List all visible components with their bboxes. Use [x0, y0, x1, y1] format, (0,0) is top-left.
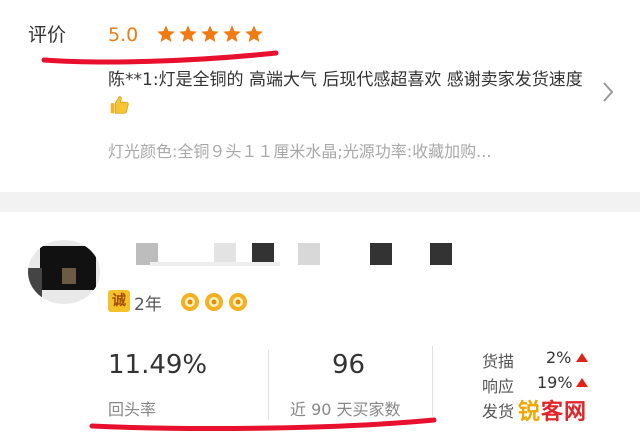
watermark-brand-rest: 客网 — [541, 400, 588, 425]
watermark-brand-first: 锐 — [518, 400, 542, 425]
review-section-title: 评价 — [28, 24, 67, 46]
metric-description-label: 货描 — [482, 352, 515, 371]
review-score: 5.0 — [108, 24, 139, 46]
crown-medal-icon — [229, 293, 247, 311]
integrity-badge: 诚 — [108, 290, 130, 312]
stats-divider — [432, 346, 433, 416]
star-icon — [201, 25, 219, 42]
avatar[interactable] — [28, 240, 100, 304]
chevron-right-icon[interactable] — [600, 80, 616, 104]
trend-up-icon — [576, 378, 588, 387]
star-icon — [157, 25, 175, 42]
highlight-underline — [89, 417, 437, 431]
metric-response-label: 响应 — [482, 377, 515, 396]
metric-response-value: 19% — [537, 373, 573, 392]
shop-years: 2年 — [134, 295, 162, 315]
star-icon — [245, 25, 263, 42]
buyers-90d-value: 96 — [332, 350, 366, 380]
metric-shipping-label: 发货 — [482, 402, 515, 421]
star-icon — [223, 25, 241, 42]
crown-medal-icon — [181, 293, 199, 311]
review-spec: 灯光颜色:全铜９头１１厘米水晶;光源功率:收藏加购... — [108, 142, 492, 161]
name-underline — [150, 262, 280, 266]
star-icon — [179, 25, 197, 42]
crown-medal-icon — [205, 293, 223, 311]
review-text: 陈**1:灯是全铜的 高端大气 后现代感超喜欢 感谢卖家发货速度 — [108, 66, 608, 122]
rating-stars — [156, 24, 264, 44]
trend-up-icon — [576, 353, 588, 362]
highlight-underline — [41, 50, 279, 65]
review-comment: 陈**1:灯是全铜的 高端大气 后现代感超喜欢 感谢卖家发货速度 — [108, 70, 583, 90]
thumbs-up-icon — [110, 96, 129, 114]
metric-description-value: 2% — [546, 348, 572, 367]
watermark-logo: 锐客网 — [518, 394, 587, 426]
repeat-rate-value: 11.49% — [108, 350, 208, 380]
shop-medals — [180, 292, 248, 312]
